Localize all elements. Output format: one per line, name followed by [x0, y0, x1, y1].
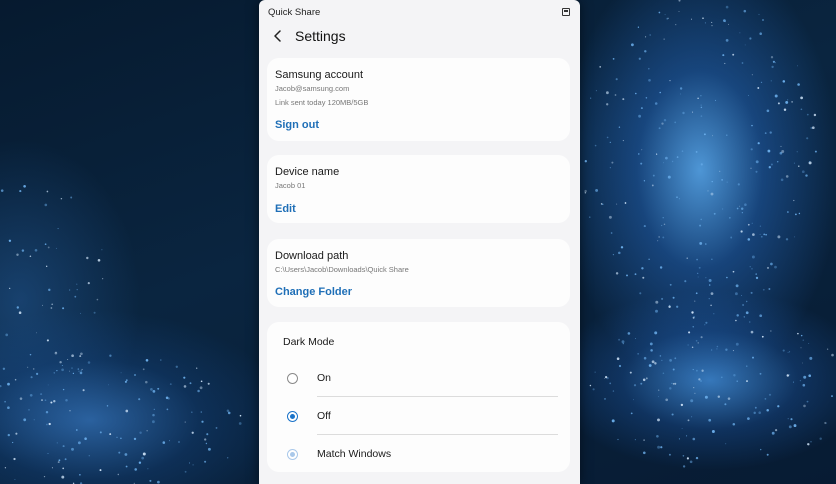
sign-out-button[interactable]: Sign out: [275, 119, 319, 131]
dark-mode-option-on[interactable]: On: [267, 359, 570, 397]
device-title: Device name: [275, 166, 340, 178]
window-title: Quick Share: [268, 6, 321, 18]
download-path-value: C:\Users\Jacob\Downloads\Quick Share: [275, 265, 409, 274]
pin-icon[interactable]: [562, 8, 570, 16]
option-match-windows-label: Match Windows: [317, 448, 392, 460]
dark-mode-title: Dark Mode: [283, 336, 335, 348]
option-off-label: Off: [317, 410, 331, 422]
page-title: Settings: [295, 28, 346, 44]
samsung-account-card: Samsung account Jacob@samsung.com Link s…: [267, 58, 570, 141]
dark-mode-option-off[interactable]: Off: [267, 397, 570, 435]
device-name-card: Device name Jacob 01 Edit: [267, 155, 570, 223]
download-path-card: Download path C:\Users\Jacob\Downloads\Q…: [267, 239, 570, 307]
account-email: Jacob@samsung.com: [275, 84, 350, 93]
radio-off[interactable]: [287, 410, 298, 422]
device-name-value: Jacob 01: [275, 181, 306, 190]
account-title: Samsung account: [275, 69, 364, 81]
chevron-left-icon[interactable]: [269, 27, 287, 45]
edit-device-button[interactable]: Edit: [275, 203, 296, 215]
option-on-label: On: [317, 372, 332, 384]
dark-mode-option-match-windows[interactable]: Match Windows: [267, 435, 570, 473]
change-folder-button[interactable]: Change Folder: [275, 286, 352, 298]
quick-share-window: Quick Share Settings Samsung account Jac…: [259, 0, 580, 484]
account-status: Link sent today 120MB/5GB: [275, 98, 369, 107]
page-header: Settings: [259, 24, 580, 48]
download-title: Download path: [275, 250, 349, 262]
dark-mode-card: Dark Mode On Off Match Windows: [267, 322, 570, 472]
title-bar: Quick Share: [259, 0, 580, 24]
radio-match-windows[interactable]: [287, 448, 298, 460]
radio-on[interactable]: [287, 372, 298, 384]
